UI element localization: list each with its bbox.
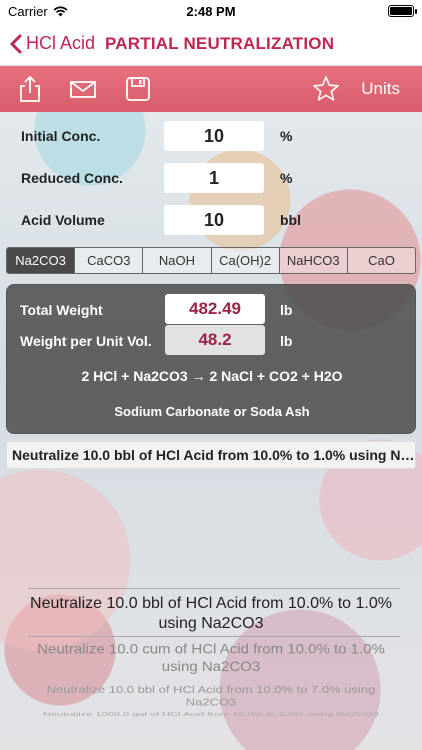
back-label: HCl Acid	[26, 33, 96, 53]
mail-icon[interactable]	[69, 75, 97, 103]
reduced-conc-input[interactable]: 1	[164, 163, 264, 193]
acid-volume-unit: bbl	[280, 212, 301, 228]
units-button[interactable]: Units	[361, 79, 400, 99]
history-picker[interactable]: Neutralize 10.0 bbl of HCl Acid from 10.…	[0, 580, 422, 720]
segment-cao[interactable]: CaO	[348, 248, 415, 273]
segment-caoh2[interactable]: Ca(OH)2	[212, 248, 280, 273]
total-weight-value: 482.49	[165, 294, 265, 324]
total-weight-row: Total Weight 482.49 lb	[7, 294, 417, 324]
weight-per-unit-unit: lb	[280, 333, 293, 349]
share-icon[interactable]	[16, 75, 44, 103]
reduced-conc-row: Reduced Conc. 1 %	[0, 163, 422, 193]
neutralizer-segmented-control: Na2CO3 CaCO3 NaOH Ca(OH)2 NaHCO3 CaO	[6, 247, 416, 274]
toolbar: Units	[0, 66, 422, 112]
picker-item[interactable]: Neutralize 10.0 bbl of HCl Acid from 10.…	[20, 594, 402, 634]
chevron-left-icon	[10, 34, 22, 53]
acid-volume-row: Acid Volume 10 bbl	[0, 205, 422, 235]
star-icon[interactable]	[312, 75, 340, 103]
initial-conc-unit: %	[280, 128, 293, 144]
picker-item[interactable]: Neutralize 10.0 bbl of HCl Acid from 10.…	[20, 683, 402, 709]
back-button[interactable]: HCl Acid	[10, 33, 95, 54]
page-title: PARTIAL NEUTRALIZATION	[105, 33, 335, 53]
summary-text: Neutralize 10.0 bbl of HCl Acid from 10.…	[6, 441, 416, 469]
battery-icon	[388, 5, 417, 17]
reduced-conc-unit: %	[280, 170, 293, 186]
status-bar: Carrier 2:48 PM	[0, 0, 422, 22]
segment-caco3[interactable]: CaCO3	[75, 248, 144, 273]
picker-item[interactable]: Neutralize 10.0 cum of HCl Acid from 10.…	[20, 642, 402, 677]
total-weight-label: Total Weight	[20, 302, 103, 318]
compound-name: Sodium Carbonate or Soda Ash	[114, 404, 310, 419]
acid-volume-label: Acid Volume	[21, 212, 105, 228]
reaction-equation: 2 HCl + Na2CO3 → 2 NaCl + CO2 + H2O	[81, 368, 343, 384]
acid-volume-input[interactable]: 10	[164, 205, 264, 235]
segment-naoh[interactable]: NaOH	[143, 248, 212, 273]
weight-per-unit-label: Weight per Unit Vol.	[20, 333, 152, 349]
weight-per-unit-row: Weight per Unit Vol. 48.2 lb	[7, 325, 417, 355]
save-icon[interactable]	[124, 75, 152, 103]
weight-per-unit-value: 48.2	[165, 325, 265, 355]
picker-selection-line-bottom	[28, 636, 400, 637]
results-panel: Total Weight 482.49 lb Weight per Unit V…	[6, 284, 416, 434]
reduced-conc-label: Reduced Conc.	[21, 170, 123, 186]
initial-conc-label: Initial Conc.	[21, 128, 101, 144]
segment-nahco3[interactable]: NaHCO3	[280, 248, 348, 273]
total-weight-unit: lb	[280, 302, 293, 318]
clock: 2:48 PM	[186, 4, 236, 19]
picker-selection-line-top	[28, 588, 400, 589]
navigation-bar: HCl Acid PARTIAL NEUTRALIZATION	[0, 22, 422, 66]
segment-na2co3[interactable]: Na2CO3	[7, 248, 76, 273]
initial-conc-input[interactable]: 10	[164, 121, 264, 151]
initial-conc-row: Initial Conc. 10 %	[0, 121, 422, 151]
picker-item[interactable]: Neutralize 1000.0 gal of HCl Acid from 1…	[20, 712, 402, 719]
